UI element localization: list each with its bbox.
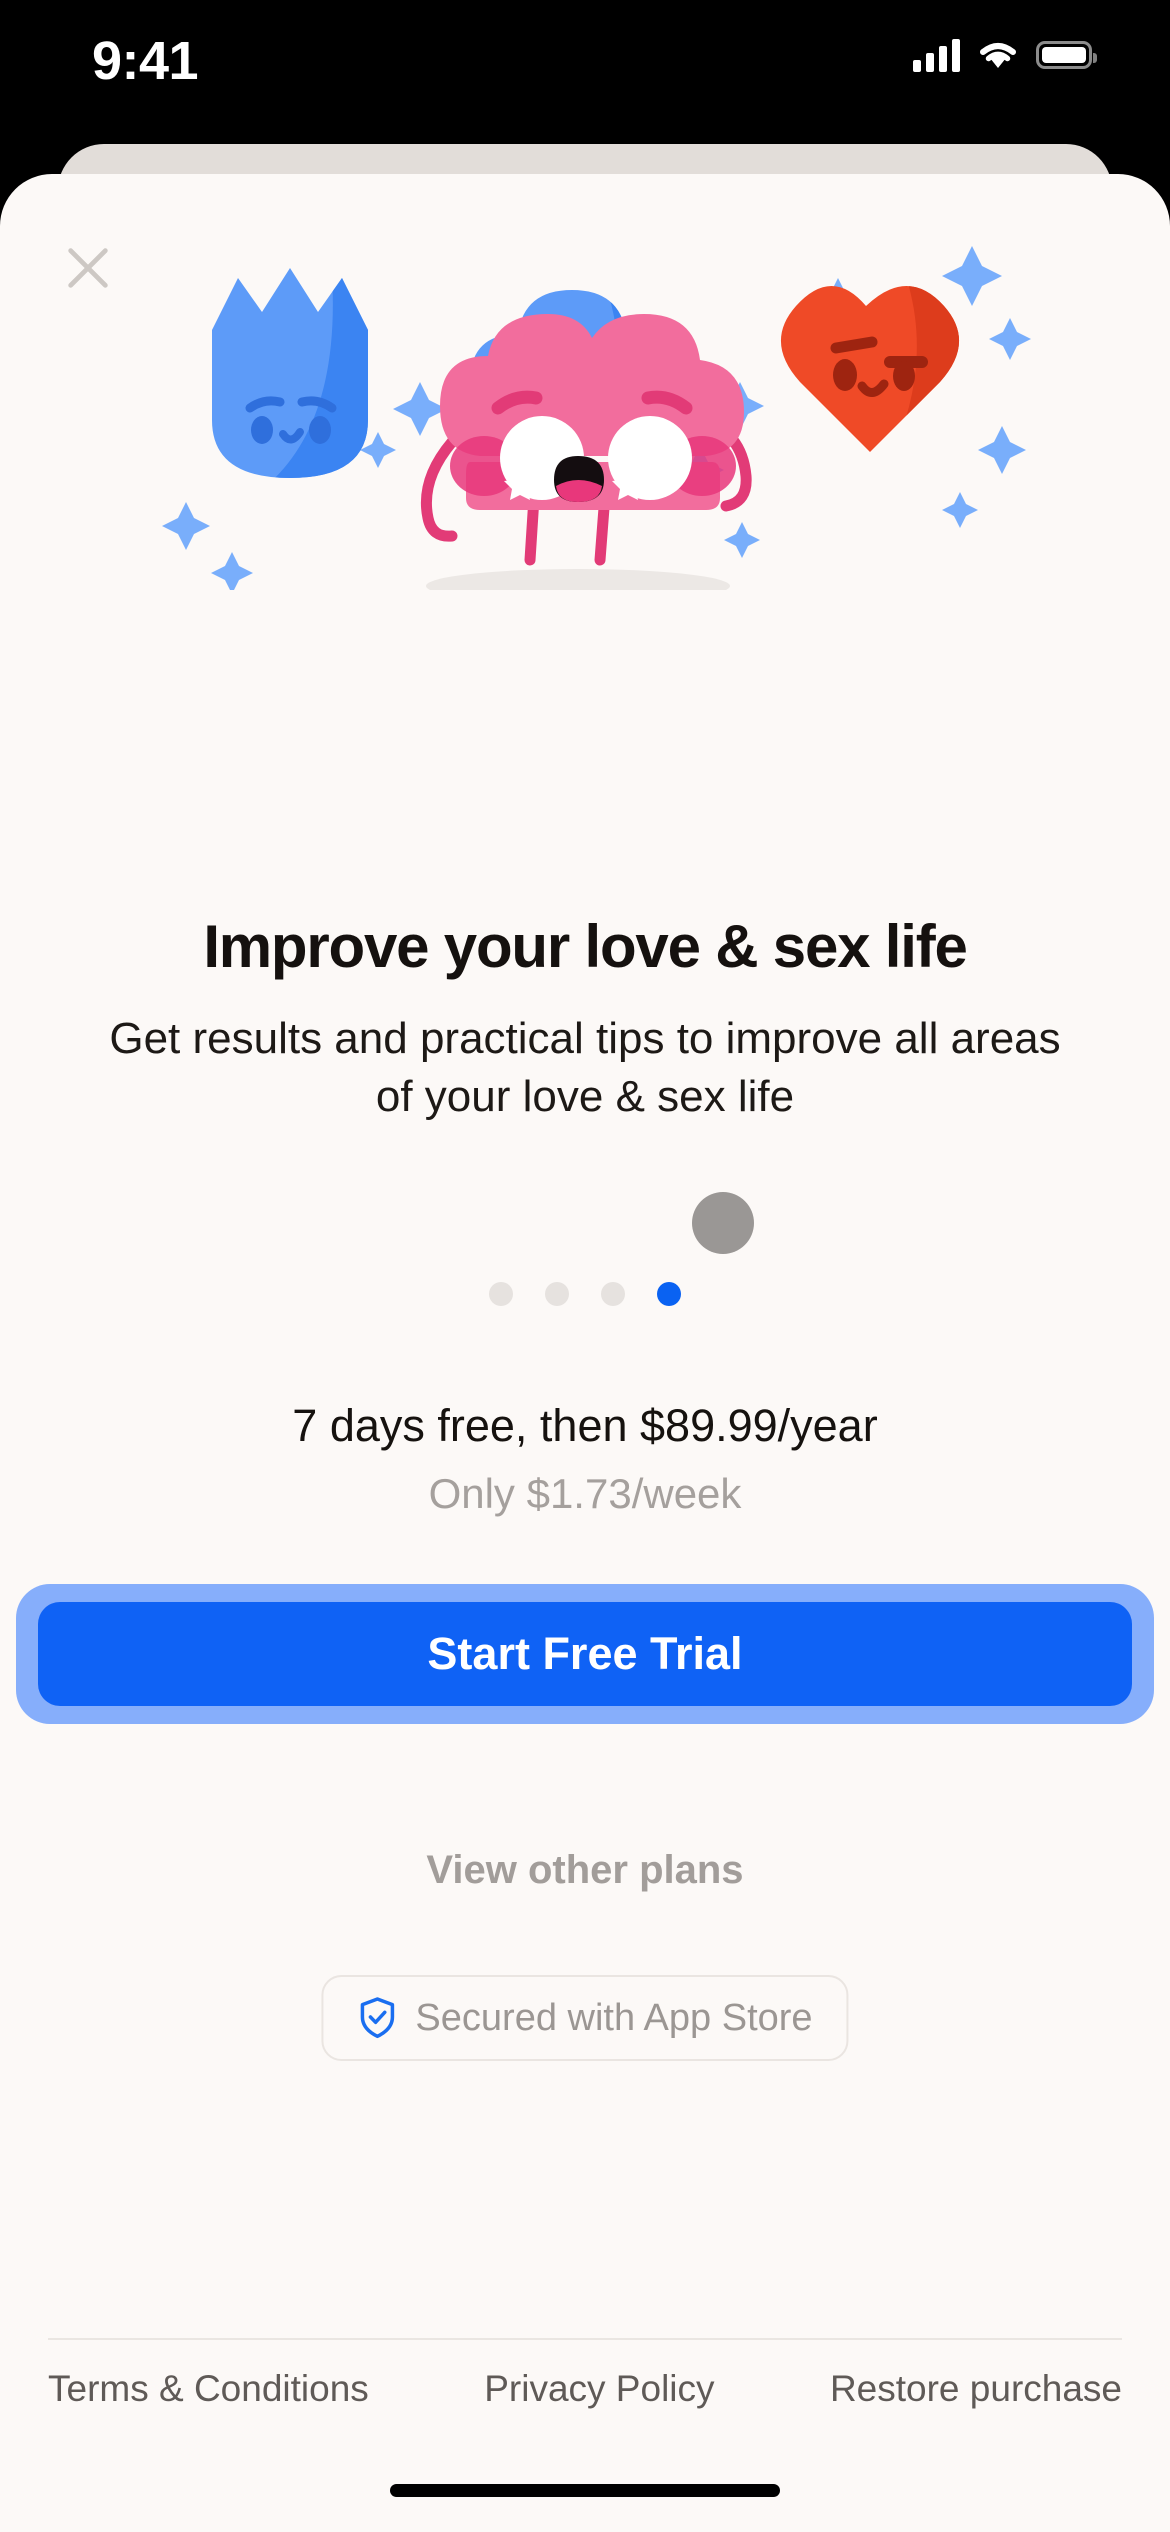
secured-with-app-store-badge: Secured with App Store (321, 1975, 849, 2061)
brain-character (420, 314, 752, 566)
pagination-dot-3[interactable] (601, 1282, 625, 1306)
page-subtitle: Get results and practical tips to improv… (109, 1014, 1061, 1122)
right-eye (608, 416, 692, 500)
restore-link[interactable]: Restore purchase (830, 2368, 1122, 2410)
secured-badge-label: Secured with App Store (415, 1996, 813, 2039)
start-free-trial-button[interactable]: Start Free Trial (38, 1602, 1132, 1706)
touch-cursor-indicator (692, 1192, 754, 1254)
battery-icon (1036, 41, 1097, 69)
pagination-dot-1[interactable] (489, 1282, 513, 1306)
home-indicator[interactable] (390, 2484, 780, 2497)
cellular-signal-icon (913, 38, 960, 72)
price-primary: 7 days free, then $89.99/year (292, 1400, 878, 1451)
view-other-plans-button[interactable]: View other plans (60, 1848, 1110, 1893)
wifi-icon (980, 43, 1016, 68)
status-bar: 9:41 (0, 0, 1170, 140)
status-bar-time: 9:41 (92, 31, 199, 91)
crown-character (212, 268, 368, 478)
footer-divider (48, 2338, 1122, 2340)
phone-screen: 9:41 Improve your love & sex life Get re… (0, 0, 1170, 2532)
pagination-dot-4[interactable] (657, 1282, 681, 1306)
shield-check-icon (360, 1997, 395, 2039)
price-secondary: Only $1.73/week (428, 1470, 742, 1517)
pagination-dot-2[interactable] (545, 1282, 569, 1306)
pagination-dots[interactable] (0, 1282, 1170, 1306)
cta-focus-ring: Start Free Trial (16, 1584, 1154, 1724)
heart-character (780, 286, 960, 452)
status-bar-indicators (913, 38, 1097, 72)
page-title: Improve your love & sex life (203, 913, 968, 980)
privacy-link[interactable]: Privacy Policy (484, 2368, 714, 2410)
terms-link[interactable]: Terms & Conditions (48, 2368, 369, 2410)
footer-links: Terms & Conditions Privacy Policy Restor… (48, 2368, 1122, 2410)
close-button[interactable] (45, 225, 131, 311)
close-icon (68, 248, 108, 288)
brain-characters-illustration (162, 246, 1031, 590)
